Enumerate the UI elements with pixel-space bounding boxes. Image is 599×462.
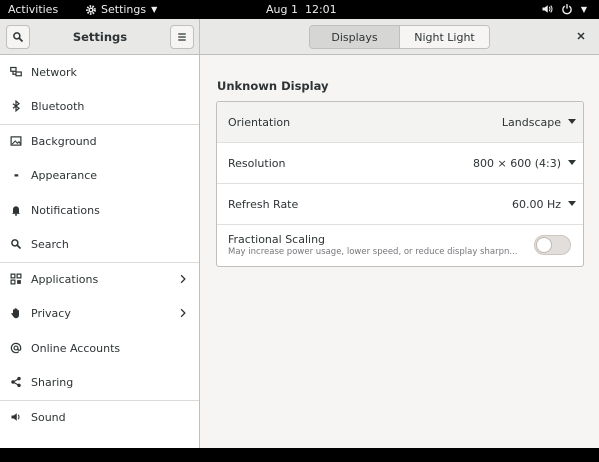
activities-button[interactable]: Activities [8, 3, 58, 16]
hand-icon [11, 308, 19, 319]
chevron-down-icon: ▼ [151, 5, 158, 14]
sidebar-item-sound[interactable]: Sound [0, 400, 199, 434]
search-icon [11, 239, 22, 250]
share-icon [11, 376, 21, 388]
sidebar: Network Bluetooth Background Appearance … [0, 55, 200, 448]
bluetooth-icon [12, 100, 20, 112]
sidebar-item-label: Background [31, 134, 97, 148]
sidebar-item-bluetooth[interactable]: Bluetooth [0, 89, 199, 123]
dropdown-arrow-icon [568, 201, 576, 206]
orientation-label: Orientation [228, 116, 291, 129]
sidebar-item-label: Appearance [31, 168, 98, 182]
resolution-label: Resolution [228, 157, 286, 170]
sidebar-item-background[interactable]: Background [0, 124, 199, 158]
sidebar-item-network[interactable]: Network [0, 55, 199, 89]
view-switcher: Displays Night Light [309, 25, 490, 49]
sidebar-item-label: Sharing [31, 375, 74, 389]
sidebar-item-applications[interactable]: Applications [0, 262, 199, 296]
chevron-right-icon [180, 274, 186, 284]
sidebar-item-sharing[interactable]: Sharing [0, 365, 199, 399]
fractional-scaling-toggle[interactable] [534, 235, 571, 255]
app-name: Settings [101, 3, 147, 16]
network-icon [10, 66, 22, 77]
bell-icon [11, 206, 21, 216]
dropdown-arrow-icon [568, 119, 576, 124]
tab-displays[interactable]: Displays [310, 26, 399, 48]
sidebar-item-notifications[interactable]: Notifications [0, 193, 199, 227]
orientation-row[interactable]: Orientation Landscape [217, 102, 583, 143]
main-menu-button[interactable] [170, 25, 194, 49]
close-icon[interactable] [575, 30, 587, 42]
settings-window: Settings Displays Night Light Network Bl… [0, 19, 599, 448]
sidebar-item-label: Notifications [31, 203, 100, 217]
display-settings-panel: Unknown Display Orientation Landscape Re… [201, 55, 599, 448]
refresh-rate-value: 60.00 Hz [511, 198, 561, 211]
system-tray[interactable]: ▼ [541, 3, 587, 15]
fractional-scaling-row: Fractional Scaling May increase power us… [217, 225, 583, 266]
speaker-icon [11, 413, 20, 421]
power-icon [562, 4, 572, 15]
resolution-value: 800 × 600 (4:3) [473, 157, 561, 170]
volume-icon [542, 5, 553, 13]
sidebar-item-online-accounts[interactable]: Online Accounts [0, 331, 199, 365]
menu-icon [178, 33, 186, 41]
tab-night-light[interactable]: Night Light [399, 26, 489, 48]
appearance-icon [14, 174, 19, 177]
gear-icon [86, 4, 96, 15]
sidebar-item-label: Bluetooth [31, 99, 85, 113]
clock[interactable]: Aug 1 12:01 [266, 3, 337, 16]
toggle-knob [536, 237, 552, 253]
at-icon [10, 342, 22, 354]
sidebar-item-search[interactable]: Search [0, 227, 199, 261]
sidebar-item-appearance[interactable]: Appearance [0, 158, 199, 192]
dropdown-arrow-icon [568, 160, 576, 165]
top-bar: Activities Settings ▼ Aug 1 12:01 ▼ [0, 0, 599, 19]
resolution-row[interactable]: Resolution 800 × 600 (4:3) [217, 143, 583, 184]
fractional-scaling-label: Fractional Scaling [228, 233, 326, 246]
sidebar-item-label: Online Accounts [31, 341, 121, 355]
sidebar-item-label: Privacy [31, 306, 71, 320]
orientation-value: Landscape [501, 116, 561, 129]
applications-icon [10, 273, 22, 285]
sidebar-item-label: Sound [31, 410, 66, 424]
refresh-rate-row[interactable]: Refresh Rate 60.00 Hz [217, 184, 583, 225]
sidebar-item-label: Applications [31, 272, 99, 286]
display-settings-list: Orientation Landscape Resolution 800 × 6… [216, 101, 584, 267]
background-icon [10, 136, 22, 146]
header-bar: Settings Displays Night Light [0, 19, 599, 55]
fractional-scaling-subtitle: May increase power usage, lower speed, o… [228, 247, 518, 257]
display-name-heading: Unknown Display [217, 79, 329, 93]
app-menu[interactable]: Settings ▼ [85, 3, 157, 16]
screen-bottom-edge [0, 448, 599, 462]
chevron-down-icon: ▼ [580, 4, 587, 14]
refresh-rate-label: Refresh Rate [228, 198, 299, 211]
sidebar-item-label: Network [31, 65, 77, 79]
chevron-right-icon [180, 308, 186, 318]
sidebar-item-label: Search [31, 237, 69, 251]
sidebar-header: Settings [0, 19, 200, 54]
sidebar-item-privacy[interactable]: Privacy [0, 296, 199, 330]
